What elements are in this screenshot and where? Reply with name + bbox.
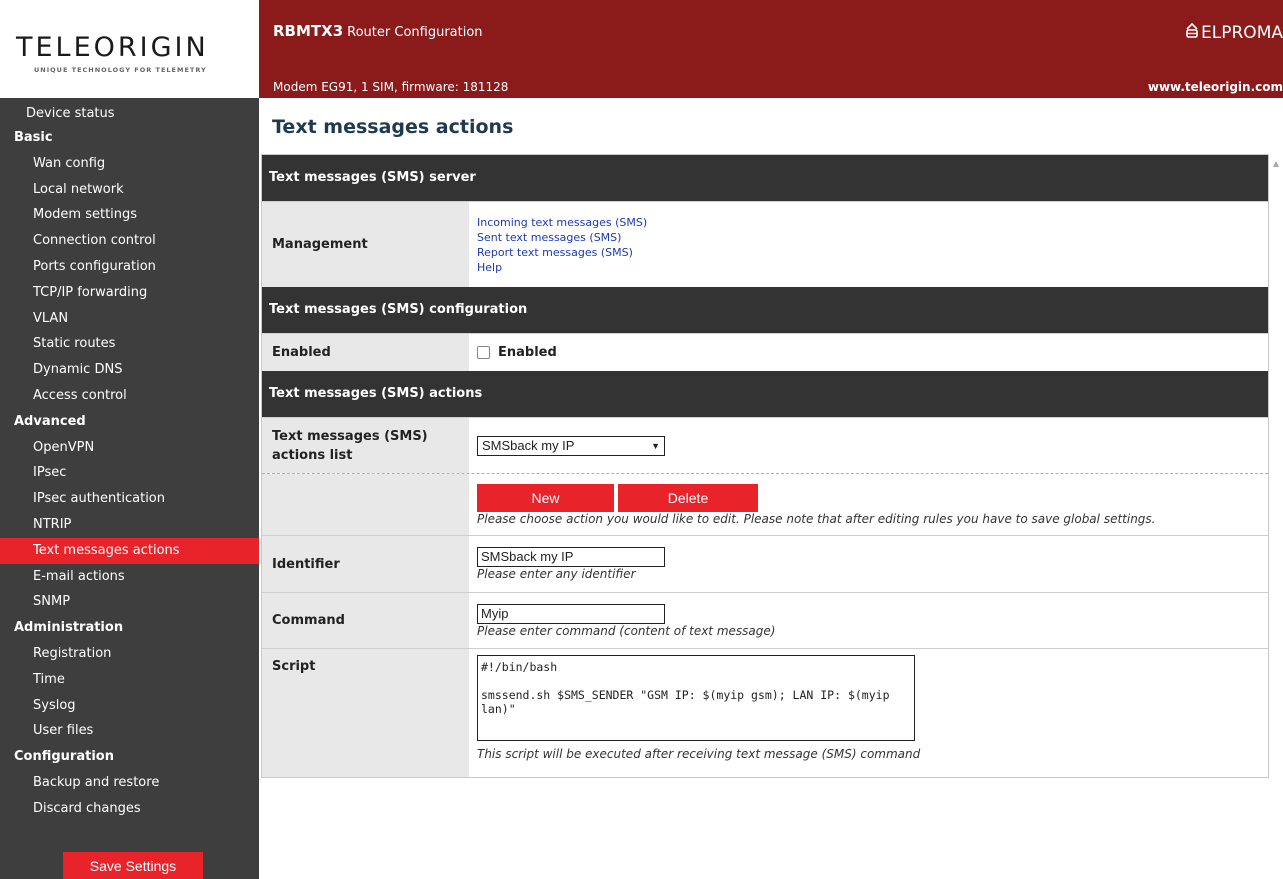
website-url: www.teleorigin.com: [1147, 80, 1283, 94]
sidebar-item-tcpip-forwarding[interactable]: TCP/IP forwarding: [0, 280, 259, 306]
link-incoming-sms[interactable]: Incoming text messages (SMS): [477, 215, 1260, 230]
page-title: Text messages actions: [272, 116, 514, 138]
sidebar: Device status Basic Wan config Local net…: [0, 98, 259, 879]
command-hint: Please enter command (content of text me…: [477, 623, 776, 638]
enabled-checkbox-label[interactable]: Enabled: [498, 345, 557, 360]
actions-list-row: Text messages (SMS) actions list SMSback…: [262, 417, 1268, 473]
script-hint: This script will be executed after recei…: [477, 747, 921, 761]
actions-list-select[interactable]: SMSback my IP ▼: [477, 435, 665, 456]
sidebar-item-email-actions[interactable]: E-mail actions: [0, 564, 259, 590]
actions-list-value: SMSback my IP ▼: [469, 418, 1268, 473]
enabled-value: Enabled: [469, 334, 1268, 371]
new-action-button[interactable]: New: [477, 483, 614, 512]
sidebar-section-advanced: Advanced: [14, 413, 86, 429]
sidebar-item-ntrip[interactable]: NTRIP: [0, 512, 259, 538]
header-title-model: RBMTX3: [273, 22, 344, 40]
sidebar-item-static-routes[interactable]: Static routes: [0, 331, 259, 357]
sidebar-item-modem-settings[interactable]: Modem settings: [0, 202, 259, 228]
sidebar-section-configuration: Configuration: [14, 749, 114, 765]
section-header-sms-server: Text messages (SMS) server: [262, 155, 1268, 201]
sidebar-item-dynamic-dns[interactable]: Dynamic DNS: [0, 357, 259, 383]
command-label: Command: [262, 593, 469, 648]
script-textarea[interactable]: #!/bin/bash smssend.sh $SMS_SENDER "GSM …: [477, 655, 915, 741]
actions-hint: Please choose action you would like to e…: [477, 511, 1156, 526]
sidebar-item-time[interactable]: Time: [0, 667, 259, 693]
section-header-sms-configuration: Text messages (SMS) configuration: [262, 287, 1268, 333]
management-row: Management Incoming text messages (SMS) …: [262, 201, 1268, 287]
sidebar-item-local-network[interactable]: Local network: [0, 177, 259, 203]
sidebar-item-registration[interactable]: Registration: [0, 641, 259, 667]
settings-panel: Text messages (SMS) server Management In…: [261, 154, 1269, 778]
save-settings-button[interactable]: Save Settings: [63, 852, 203, 879]
brand-logo: ELPROMA: [1185, 22, 1283, 43]
link-help[interactable]: Help: [477, 260, 1260, 275]
sidebar-item-device-status[interactable]: Device status: [0, 103, 259, 125]
identifier-input[interactable]: SMSback my IP: [477, 547, 665, 567]
script-label: Script: [262, 649, 469, 777]
logo-area: TELEORIGIN UNIQUE TECHNOLOGY FOR TELEMET…: [0, 0, 259, 98]
actions-buttons: New Delete: [477, 483, 1260, 512]
sidebar-item-backup-restore[interactable]: Backup and restore: [0, 770, 259, 796]
actions-list-selected: SMSback my IP: [482, 438, 575, 453]
command-input[interactable]: Myip: [477, 603, 665, 624]
identifier-hint: Please enter any identifier: [477, 567, 636, 581]
sidebar-item-wan-config[interactable]: Wan config: [0, 151, 259, 177]
header-subtitle: Router Configuration: [347, 25, 483, 40]
identifier-row: Identifier SMSback my IP Please enter an…: [262, 535, 1268, 592]
actions-buttons-label: [262, 474, 469, 535]
sidebar-section-basic: Basic: [14, 130, 53, 145]
script-value: #!/bin/bash smssend.sh $SMS_SENDER "GSM …: [469, 649, 1268, 777]
actions-buttons-row: New Delete Please choose action you woul…: [262, 473, 1268, 535]
logo-tagline: UNIQUE TECHNOLOGY FOR TELEMETRY: [34, 66, 207, 74]
sidebar-item-vlan[interactable]: VLAN: [0, 306, 259, 332]
sidebar-item-openvpn[interactable]: OpenVPN: [0, 435, 259, 461]
actions-buttons-value: New Delete Please choose action you woul…: [469, 474, 1268, 535]
main-content: Text messages actions ▲ Text messages (S…: [259, 98, 1283, 879]
actions-list-label: Text messages (SMS) actions list: [262, 418, 469, 473]
sidebar-item-snmp[interactable]: SNMP: [0, 589, 259, 615]
sidebar-item-syslog[interactable]: Syslog: [0, 693, 259, 719]
enabled-row: Enabled Enabled: [262, 333, 1268, 371]
sidebar-item-connection-control[interactable]: Connection control: [0, 228, 259, 254]
sidebar-item-ipsec[interactable]: IPsec: [0, 460, 259, 486]
management-links: Incoming text messages (SMS) Sent text m…: [469, 202, 1268, 287]
enabled-checkbox[interactable]: [477, 346, 490, 359]
sidebar-item-discard-changes[interactable]: Discard changes: [0, 796, 259, 822]
header-title: RBMTX3 Router Configuration: [273, 22, 483, 40]
identifier-value: SMSback my IP Please enter any identifie…: [469, 536, 1268, 592]
dropdown-arrow-icon: ▼: [651, 440, 660, 451]
command-value: Myip Please enter command (content of te…: [469, 593, 1268, 648]
sidebar-item-text-messages-actions[interactable]: Text messages actions: [0, 537, 259, 564]
elproma-logo-icon: [1185, 22, 1199, 43]
identifier-label: Identifier: [262, 536, 469, 592]
section-header-sms-actions: Text messages (SMS) actions: [262, 371, 1268, 417]
sidebar-section-administration: Administration: [14, 620, 124, 636]
delete-action-button[interactable]: Delete: [618, 483, 758, 512]
link-report-sms[interactable]: Report text messages (SMS): [477, 245, 1260, 260]
command-row: Command Myip Please enter command (conte…: [262, 592, 1268, 648]
header: RBMTX3 Router Configuration ELPROMA Modem…: [259, 0, 1283, 98]
management-label: Management: [262, 202, 469, 287]
modem-info: Modem EG91, 1 SIM, firmware: 181128: [273, 80, 509, 94]
sidebar-item-ipsec-authentication[interactable]: IPsec authentication: [0, 486, 259, 512]
sidebar-item-ports-configuration[interactable]: Ports configuration: [0, 254, 259, 280]
sidebar-item-access-control[interactable]: Access control: [0, 383, 259, 409]
brand-name: ELPROMA: [1201, 22, 1283, 43]
script-row: Script #!/bin/bash smssend.sh $SMS_SENDE…: [262, 648, 1268, 777]
sidebar-item-user-files[interactable]: User files: [0, 718, 259, 744]
scroll-up-arrow-icon[interactable]: ▲: [1273, 159, 1279, 168]
enabled-label: Enabled: [262, 334, 469, 371]
link-sent-sms[interactable]: Sent text messages (SMS): [477, 230, 1260, 245]
logo-text: TELEORIGIN: [16, 32, 209, 63]
